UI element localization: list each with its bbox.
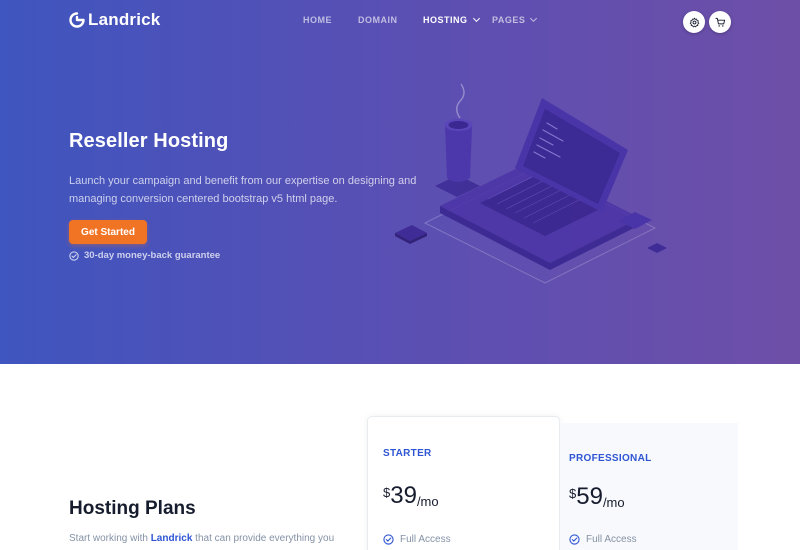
price-period: /mo bbox=[602, 495, 625, 510]
check-circle-icon bbox=[69, 250, 79, 261]
price-period: /mo bbox=[416, 494, 439, 509]
plan-name: STARTER bbox=[383, 448, 432, 459]
logo[interactable]: Landrick bbox=[69, 10, 160, 30]
desc-brand-link[interactable]: Landrick bbox=[151, 533, 193, 544]
plan-price: $ 59 /mo bbox=[569, 483, 625, 511]
plan-card-professional: PROFESSIONAL $ 59 /mo Full Access bbox=[560, 423, 738, 550]
plan-feature: Full Access bbox=[383, 534, 451, 545]
plan-name: PROFESSIONAL bbox=[569, 453, 652, 464]
guarantee-note: 30-day money-back guarantee bbox=[69, 250, 220, 261]
plan-card-starter: STARTER $ 39 /mo Full Access bbox=[367, 416, 560, 550]
settings-icon bbox=[689, 17, 699, 27]
price-currency: $ bbox=[383, 485, 391, 500]
feature-text: Full Access bbox=[400, 534, 451, 545]
plan-price: $ 39 /mo bbox=[383, 482, 439, 510]
desc-suffix: that can provide everything you bbox=[195, 533, 335, 544]
hero-title: Reseller Hosting bbox=[69, 130, 229, 152]
chevron-down-icon bbox=[472, 14, 480, 23]
check-circle-icon bbox=[383, 534, 394, 545]
logo-icon bbox=[69, 12, 85, 28]
nav-item-label: PAGES bbox=[492, 15, 526, 25]
nav-item-label: DOMAIN bbox=[358, 15, 398, 25]
price-currency: $ bbox=[569, 486, 577, 501]
top-navbar: Landrick HOME DOMAIN HOSTING PAGES bbox=[0, 0, 800, 44]
hero-section: Landrick HOME DOMAIN HOSTING PAGES Resel… bbox=[0, 0, 800, 364]
get-started-button[interactable]: Get Started bbox=[69, 220, 147, 244]
check-circle-icon bbox=[569, 534, 580, 545]
nav-item-hosting[interactable]: HOSTING bbox=[423, 14, 480, 25]
nav-item-domain[interactable]: DOMAIN bbox=[358, 15, 398, 25]
laptop-illustration bbox=[395, 83, 667, 284]
nav-item-pages[interactable]: PAGES bbox=[492, 14, 538, 25]
hero-description: Launch your campaign and benefit from ou… bbox=[69, 175, 417, 205]
price-amount: 59 bbox=[576, 483, 603, 510]
nav-item-label: HOSTING bbox=[423, 15, 468, 25]
nav-item-home[interactable]: HOME bbox=[303, 15, 332, 25]
section-title: Hosting Plans bbox=[69, 498, 196, 519]
desc-prefix: Start working with bbox=[69, 533, 148, 544]
cart-button[interactable] bbox=[709, 11, 731, 33]
plan-feature: Full Access bbox=[569, 534, 637, 545]
nav-item-label: HOME bbox=[303, 15, 332, 25]
chevron-down-icon bbox=[530, 14, 538, 23]
section-description: Start working with Landrick that can pro… bbox=[69, 533, 334, 544]
price-amount: 39 bbox=[390, 482, 417, 509]
settings-button[interactable] bbox=[683, 11, 705, 33]
feature-text: Full Access bbox=[586, 534, 637, 545]
guarantee-text: 30-day money-back guarantee bbox=[84, 250, 221, 261]
cart-icon bbox=[714, 17, 725, 27]
logo-text: Landrick bbox=[88, 10, 161, 29]
